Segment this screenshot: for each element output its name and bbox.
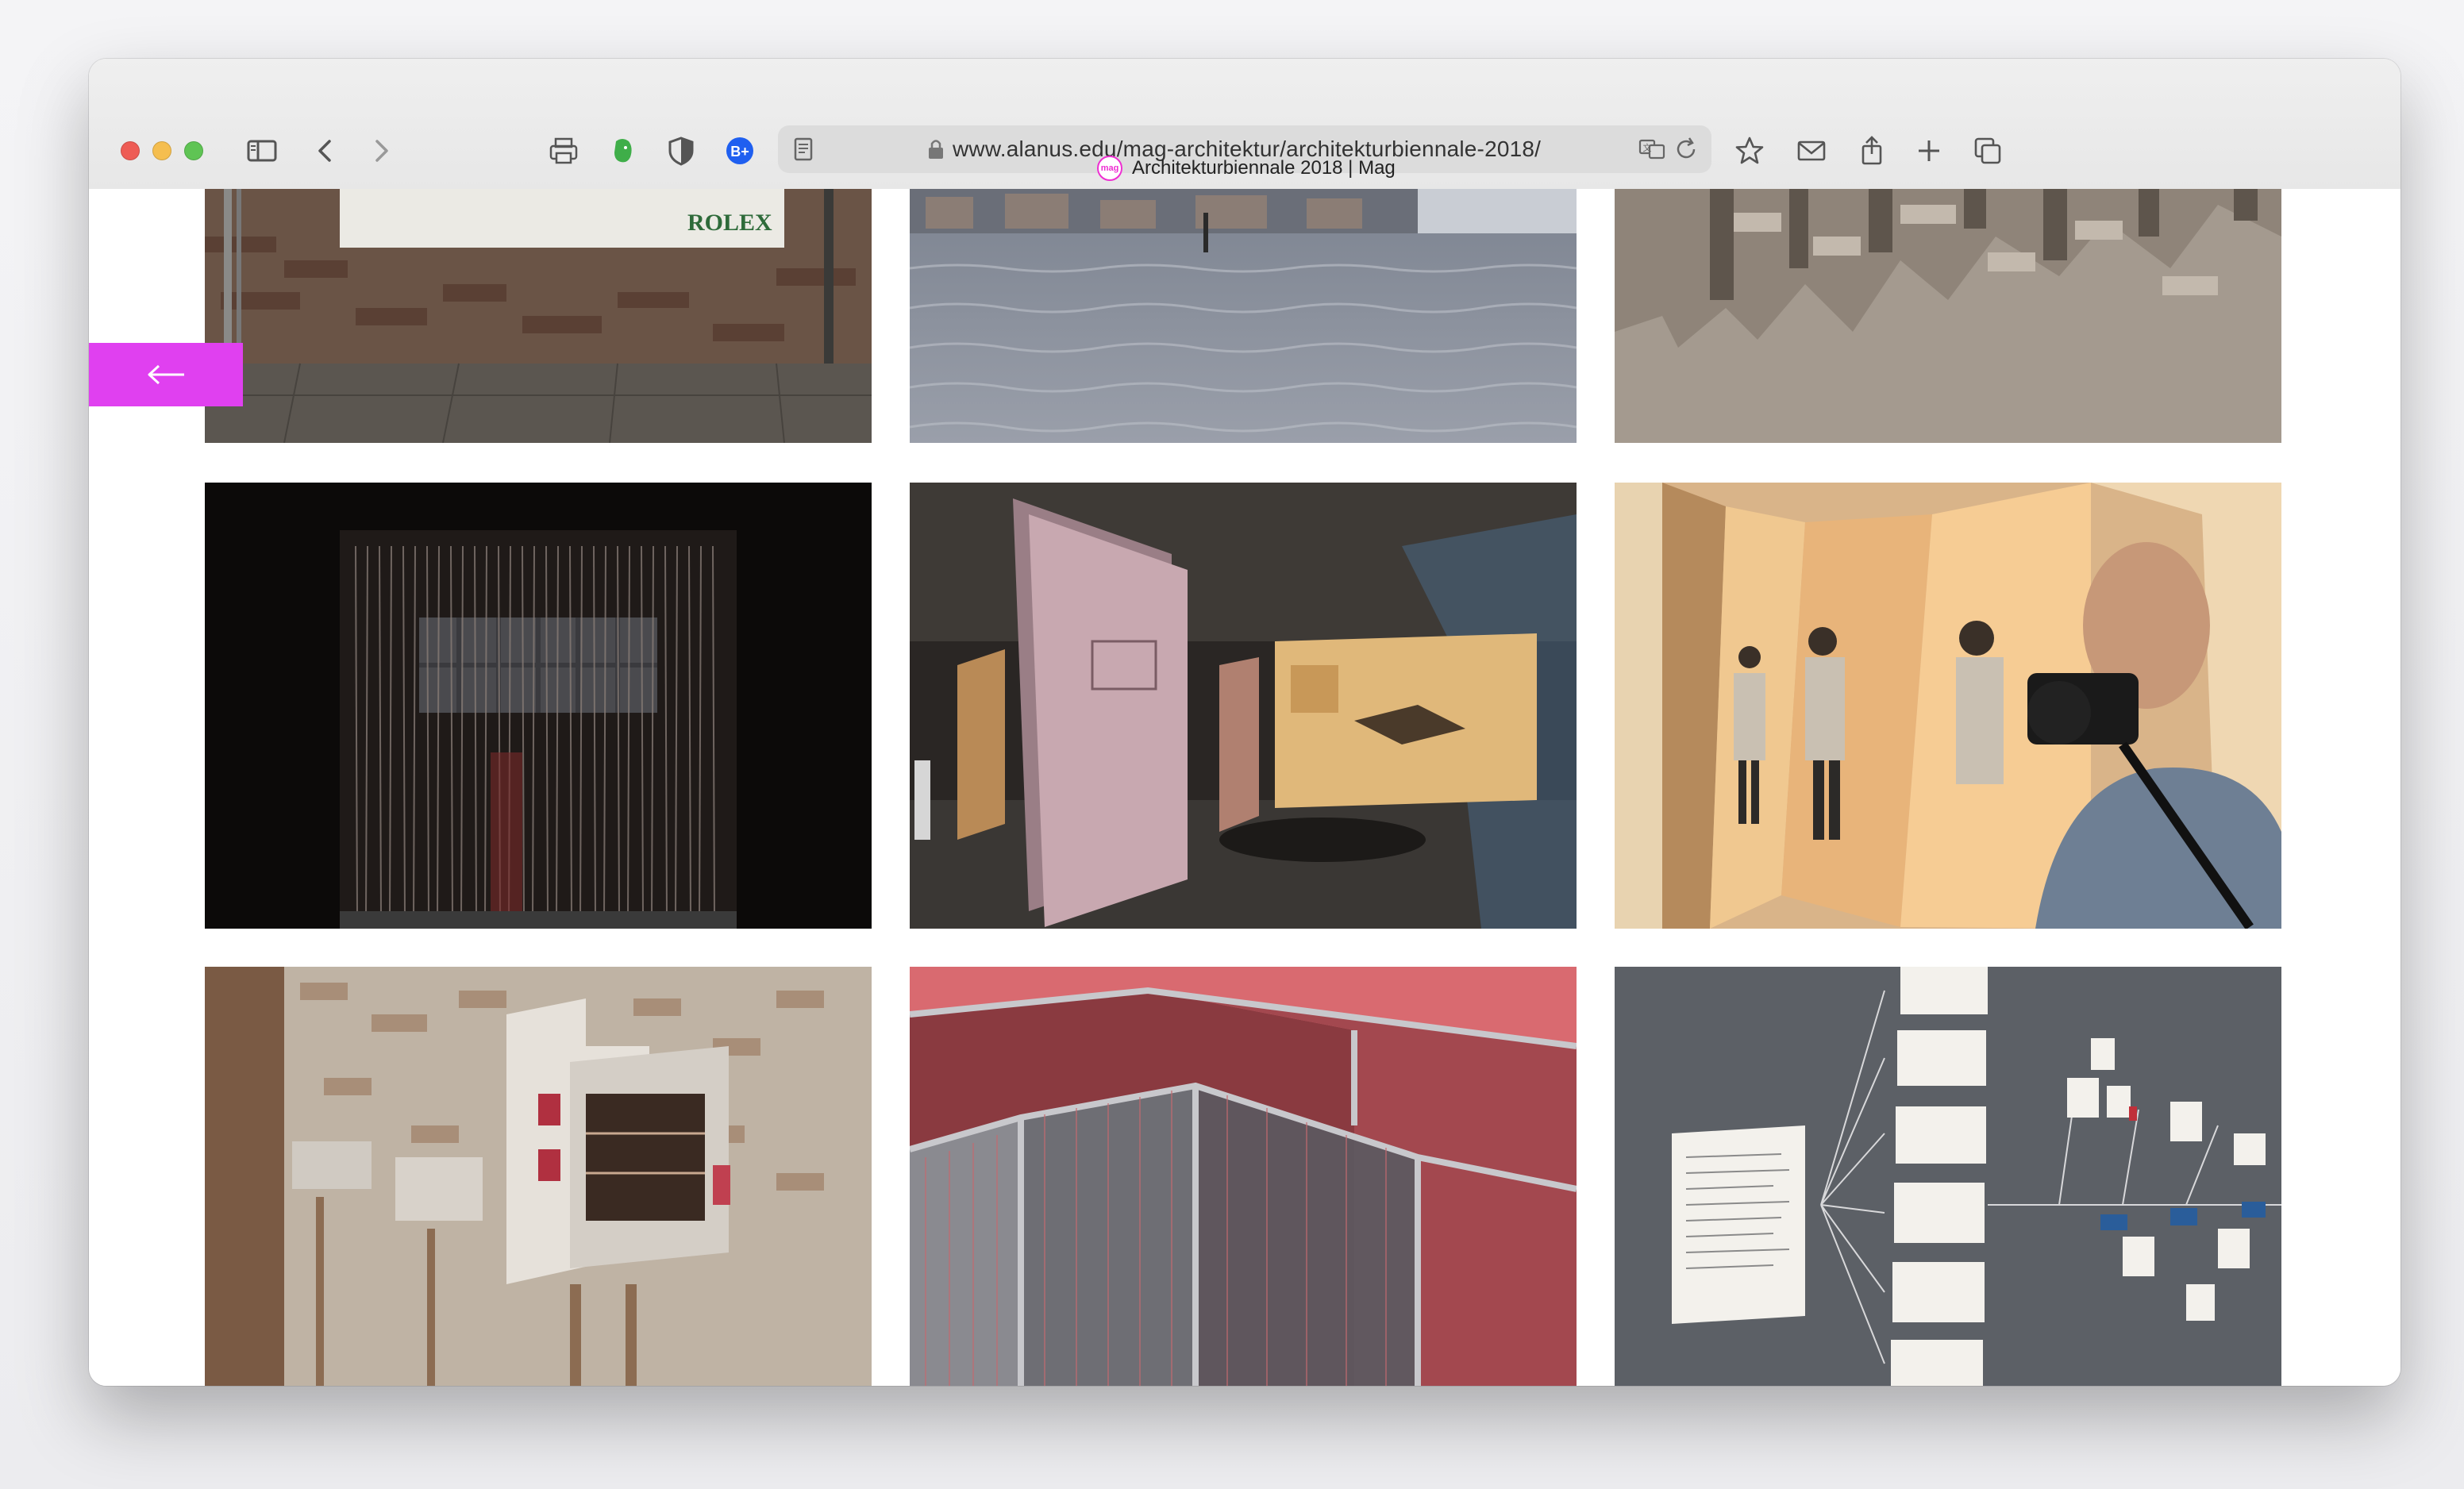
photo-rolex-wall[interactable]: ROLEX bbox=[205, 189, 872, 443]
toolbar: B+ www.alanus.edu/mag-architektur/archit… bbox=[89, 59, 2400, 190]
svg-text:文: 文 bbox=[1643, 142, 1652, 153]
photo-mirror-photographer[interactable] bbox=[1615, 483, 2281, 929]
photo-house-model[interactable] bbox=[205, 967, 872, 1386]
photo-hanging-panels[interactable] bbox=[910, 483, 1577, 929]
tab-active[interactable]: mag Architekturbiennale 2018 | Mag bbox=[1097, 152, 1396, 184]
tab-title: Architekturbiennale 2018 | Mag bbox=[1132, 157, 1396, 179]
site-favicon-icon: mag bbox=[1097, 156, 1122, 181]
evernote-icon[interactable] bbox=[606, 135, 638, 167]
photo-felt-model[interactable] bbox=[1615, 189, 2281, 443]
shield-icon[interactable] bbox=[665, 135, 697, 167]
back-icon[interactable] bbox=[310, 135, 341, 167]
forward-icon[interactable] bbox=[365, 135, 397, 167]
translate-icon[interactable]: 文 bbox=[1637, 133, 1669, 165]
new-tab-icon[interactable] bbox=[1913, 135, 1945, 167]
bplus-label: B+ bbox=[730, 144, 749, 160]
sidebar-toggle-icon[interactable] bbox=[246, 135, 278, 167]
share-icon[interactable] bbox=[1856, 135, 1888, 167]
photo-wall-diagram[interactable] bbox=[1615, 967, 2281, 1386]
photo-venice-water[interactable] bbox=[910, 189, 1577, 443]
bookmark-star-icon[interactable] bbox=[1734, 135, 1765, 167]
browser-window: B+ www.alanus.edu/mag-architektur/archit… bbox=[89, 59, 2400, 1386]
tab-overview-icon[interactable] bbox=[1972, 135, 2004, 167]
minimize-window-button[interactable] bbox=[152, 141, 171, 160]
close-window-button[interactable] bbox=[121, 141, 140, 160]
photo-red-thread-maze[interactable] bbox=[910, 967, 1577, 1386]
zoom-window-button[interactable] bbox=[184, 141, 203, 160]
page-content: ROLEX bbox=[89, 189, 2400, 1386]
lock-icon bbox=[926, 133, 946, 165]
bplus-extension-icon[interactable]: B+ bbox=[724, 135, 756, 167]
rolex-sign-text: ROLEX bbox=[687, 210, 772, 236]
photo-string-curtain[interactable] bbox=[205, 483, 872, 929]
reader-icon[interactable] bbox=[787, 133, 819, 165]
mail-icon[interactable] bbox=[1796, 135, 1827, 167]
reload-icon[interactable] bbox=[1670, 133, 1702, 165]
back-arrow-button[interactable] bbox=[89, 343, 243, 406]
print-icon[interactable] bbox=[548, 135, 579, 167]
